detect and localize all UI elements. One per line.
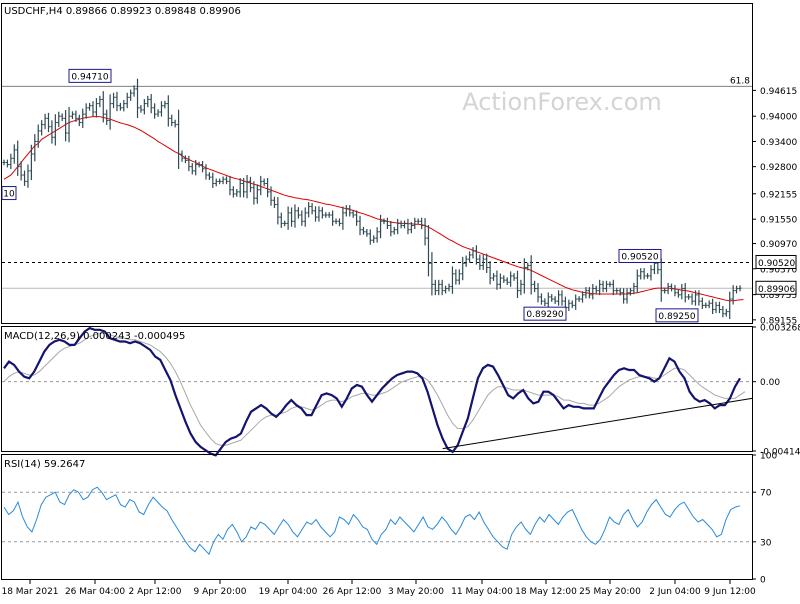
price-annotation: 0.94710	[68, 68, 112, 83]
price-tag: 0.90520	[755, 254, 797, 269]
x-tick-label: 19 Apr 04:00	[259, 587, 318, 597]
side-label: 10	[1, 186, 17, 201]
price-title: USDCHF,H4 0.89866 0.89923 0.89848 0.8990…	[4, 6, 241, 17]
x-tick-label: 25 May 20:00	[579, 587, 641, 597]
rsi-y-tick-label: 100	[760, 452, 777, 462]
price-tag-label: 0.89906	[758, 285, 795, 295]
price-tag: 0.89906	[755, 280, 797, 295]
side-label-text: 10	[3, 190, 15, 200]
rsi-y-tick-label: 0	[760, 576, 766, 586]
price-annotation-label: 0.94710	[71, 72, 108, 82]
price-y-tick-label: 0.92800	[760, 163, 797, 173]
macd-y-tick-label: 0.003268	[760, 324, 800, 334]
price-annotation: 0.89290	[523, 306, 567, 321]
price-y-tick-label: 0.93400	[760, 138, 797, 148]
x-tick-label: 2 Jun 04:00	[649, 587, 701, 597]
watermark-text: ActionForex.com	[462, 88, 662, 116]
price-y-tick-label: 0.94615	[760, 87, 797, 97]
price-y-tick-label: 0.91550	[760, 216, 797, 226]
chart-svg: ActionForex.com 61.8 0.94615 0.94000 0.934…	[0, 0, 800, 600]
x-tick-label: 11 May 04:00	[451, 587, 513, 597]
chart-area: ActionForex.com 61.8 0.94615 0.94000 0.934…	[0, 0, 800, 600]
x-tick-label: 26 Apr 12:00	[323, 587, 382, 597]
x-tick-label: 3 May 20:00	[388, 587, 444, 597]
price-annotation-label: 0.90520	[621, 252, 658, 262]
macd-title: MACD(12,26,9) 0.000243 -0.000495	[4, 331, 185, 342]
rsi-y-tick-label: 70	[760, 489, 772, 499]
price-annotation-label: 0.89250	[658, 312, 695, 322]
rsi-title: RSI(14) 59.2647	[4, 459, 85, 470]
x-tick-label: 9 Apr 20:00	[194, 587, 247, 597]
x-tick-label: 2 Apr 12:00	[129, 587, 182, 597]
price-annotation: 0.90520	[618, 248, 662, 263]
x-tick-label: 26 Mar 04:00	[65, 587, 125, 597]
price-y-tick-label: 0.94000	[760, 113, 797, 123]
price-tag-label: 0.90520	[758, 259, 795, 269]
x-tick-label: 18 Mar 2021	[1, 587, 58, 597]
price-annotation-label: 0.89290	[526, 310, 563, 320]
rsi-y-tick-label: 30	[760, 538, 772, 548]
x-tick-label: 9 Jun 12:00	[704, 587, 756, 597]
x-tick-label: 18 May 12:00	[515, 587, 577, 597]
price-y-tick-label: 0.92155	[760, 190, 797, 200]
macd-y-tick-label: 0.00	[760, 378, 780, 388]
price-y-tick-label: 0.90970	[760, 240, 797, 250]
price-annotation: 0.89250	[655, 308, 699, 323]
fib-level-label: 61.8	[730, 76, 750, 86]
